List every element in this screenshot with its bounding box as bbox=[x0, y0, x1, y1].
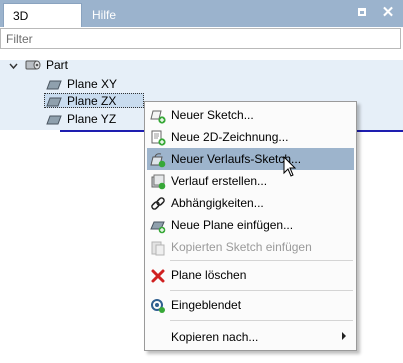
plane-icon bbox=[46, 114, 62, 125]
new-drawing-icon bbox=[150, 130, 166, 146]
plane-icon bbox=[46, 96, 62, 107]
tab-bar: 3D Historie Hilfe ✕ bbox=[0, 0, 403, 47]
delete-x-icon bbox=[150, 268, 166, 284]
menu-item-visible[interactable]: Eingeblendet bbox=[147, 294, 354, 316]
restore-window-icon[interactable] bbox=[355, 5, 371, 21]
create-history-icon bbox=[150, 174, 166, 190]
menu-item-paste-sketch[interactable]: Kopierten Sketch einfügen bbox=[147, 236, 354, 258]
filter-input[interactable] bbox=[1, 29, 401, 48]
tree-item-plane-zx[interactable]: Plane ZX bbox=[67, 92, 116, 110]
menu-item-insert-plane[interactable]: Neue Plane einfügen... bbox=[147, 214, 354, 236]
tab-3d-historie[interactable]: 3D Historie bbox=[3, 3, 82, 47]
tree-item-plane-yz[interactable]: Plane YZ bbox=[67, 110, 116, 128]
dependencies-link-icon bbox=[150, 196, 166, 212]
context-menu: Neuer Sketch... Neue 2D-Zeichnung... Neu… bbox=[144, 101, 357, 351]
history-sketch-icon bbox=[150, 152, 166, 168]
filter-box bbox=[0, 28, 401, 49]
mouse-pointer-icon bbox=[283, 155, 297, 178]
menu-separator bbox=[170, 290, 353, 291]
tree-item-part[interactable]: Part bbox=[46, 56, 68, 74]
menu-item-delete-plane[interactable]: Plane löschen bbox=[147, 264, 354, 286]
visible-eye-icon bbox=[150, 298, 166, 314]
menu-item-create-history[interactable]: Verlauf erstellen... bbox=[147, 170, 354, 192]
menu-item-new-sketch[interactable]: Neuer Sketch... bbox=[147, 104, 354, 126]
tab-hilfe[interactable]: Hilfe bbox=[83, 3, 133, 27]
tree-item-plane-xy[interactable]: Plane XY bbox=[67, 75, 117, 93]
menu-item-dependencies[interactable]: Abhängigkeiten... bbox=[147, 192, 354, 214]
submenu-arrow-icon bbox=[342, 332, 346, 340]
close-icon[interactable]: ✕ bbox=[380, 5, 396, 21]
menu-item-new-history-sketch[interactable]: Neuer Verlaufs-Sketch... bbox=[147, 148, 354, 170]
menu-separator bbox=[170, 260, 353, 261]
menu-separator bbox=[170, 320, 353, 321]
menu-item-new-drawing[interactable]: Neue 2D-Zeichnung... bbox=[147, 126, 354, 148]
collapse-arrow-icon[interactable] bbox=[9, 62, 18, 70]
paste-sketch-icon bbox=[150, 240, 166, 256]
part-icon bbox=[25, 58, 41, 72]
menu-item-copy-to[interactable]: Kopieren nach... bbox=[147, 326, 354, 348]
insert-plane-icon bbox=[150, 218, 166, 234]
new-sketch-icon bbox=[150, 108, 166, 124]
plane-icon bbox=[46, 79, 62, 90]
